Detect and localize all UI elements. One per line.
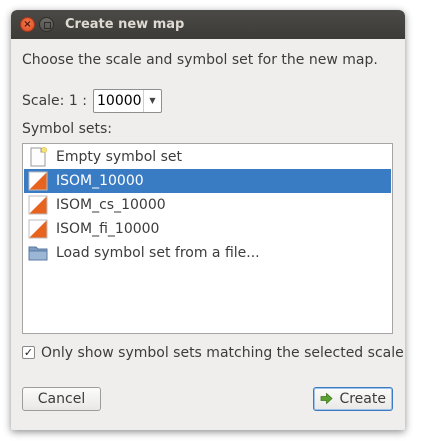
maximize-icon[interactable] — [39, 17, 54, 32]
folder-icon — [28, 246, 48, 261]
filter-checkbox-label[interactable]: Only show symbol sets matching the selec… — [41, 344, 404, 362]
create-button-label: Create — [339, 391, 386, 407]
chevron-down-icon[interactable]: ▼ — [143, 90, 161, 112]
scale-combobox[interactable]: 10000 ▼ — [93, 89, 162, 113]
list-item[interactable]: Load symbol set from a file... — [24, 241, 391, 265]
orienteering-flag-icon — [28, 219, 48, 239]
create-map-dialog: × Create new map Choose the scale and sy… — [11, 10, 405, 430]
close-icon[interactable]: × — [20, 17, 35, 32]
create-button[interactable]: Create — [313, 387, 393, 411]
instruction-text: Choose the scale and symbol set for the … — [22, 52, 378, 68]
list-item[interactable]: ISOM_cs_10000 — [24, 193, 391, 217]
list-item-label: ISOM_10000 — [56, 173, 144, 189]
filter-checkbox[interactable]: ✓ — [22, 346, 35, 359]
cancel-button[interactable]: Cancel — [22, 387, 101, 411]
arrow-right-icon — [320, 392, 333, 404]
scale-input[interactable]: 10000 — [97, 92, 144, 110]
orienteering-flag-icon — [28, 195, 48, 215]
list-item-label: ISOM_fi_10000 — [56, 221, 160, 237]
window-title: Create new map — [65, 17, 185, 32]
list-item-selected[interactable]: ISOM_10000 — [24, 169, 391, 193]
list-item-label: Load symbol set from a file... — [56, 245, 260, 261]
list-item-label: ISOM_cs_10000 — [56, 197, 166, 213]
symbol-sets-label: Symbol sets: — [22, 121, 113, 137]
scale-label: Scale: 1 : — [22, 93, 87, 109]
symbol-set-list[interactable]: Empty symbol set ISOM_10000 ISOM_cs_1000… — [22, 143, 393, 334]
list-item[interactable]: ISOM_fi_10000 — [24, 217, 391, 241]
list-item-label: Empty symbol set — [56, 149, 182, 165]
title-bar: × Create new map — [11, 10, 405, 39]
new-document-icon — [30, 147, 47, 167]
list-item[interactable]: Empty symbol set — [24, 145, 391, 169]
cancel-button-label: Cancel — [37, 391, 86, 407]
orienteering-flag-icon — [28, 171, 48, 191]
